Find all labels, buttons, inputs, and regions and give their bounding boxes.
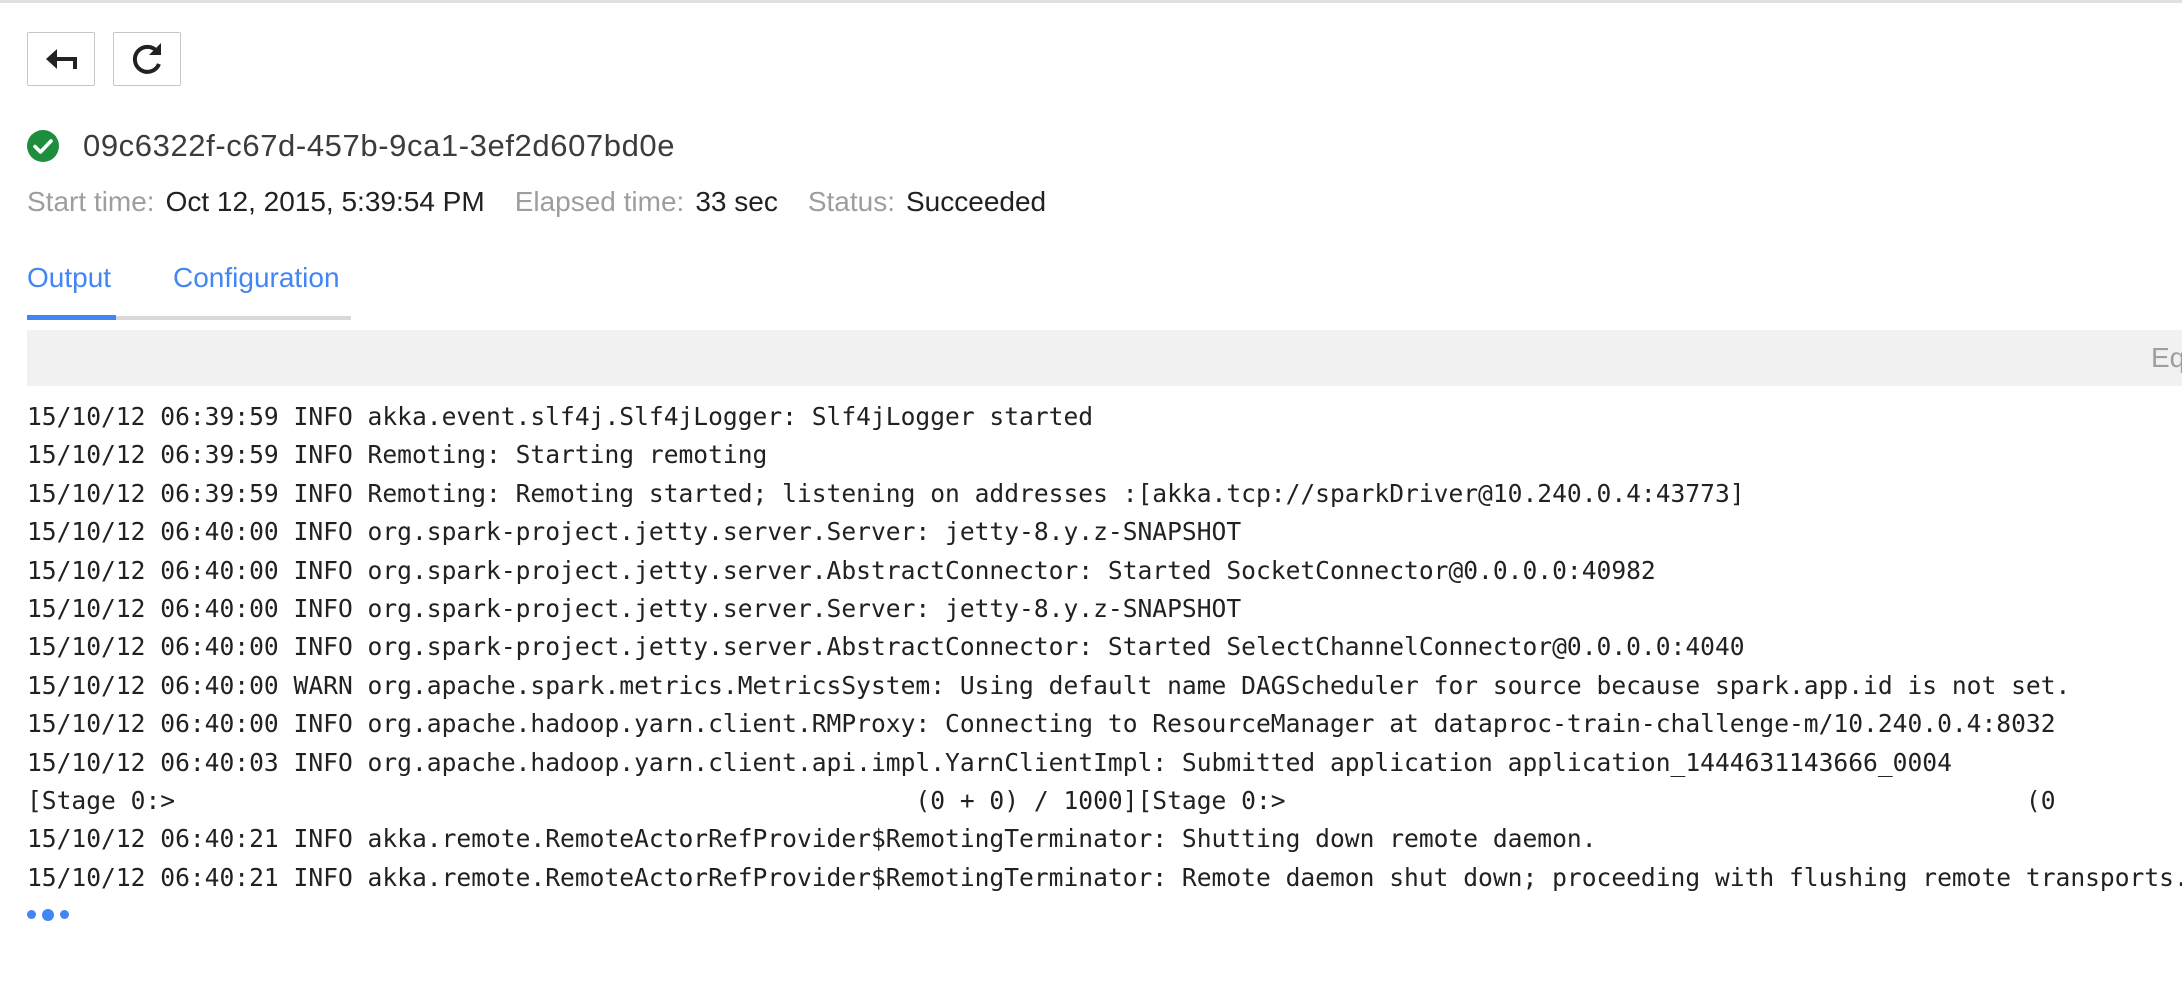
log-line: 15/10/12 06:40:03 INFO org.apache.hadoop… (27, 747, 1952, 777)
log-output: 15/10/12 06:39:59 INFO akka.event.slf4j.… (27, 398, 2182, 898)
elapsed-time-label: Elapsed time: (514, 186, 685, 217)
log-line: 15/10/12 06:40:21 INFO akka.remote.Remot… (27, 862, 2182, 892)
loading-dot (27, 910, 36, 919)
top-divider (0, 0, 2182, 3)
success-check-icon (27, 130, 59, 162)
log-line: 15/10/12 06:40:00 INFO org.apache.hadoop… (27, 709, 2056, 739)
job-title: 09c6322f-c67d-457b-9ca1-3ef2d607bd0e (27, 128, 675, 164)
log-line: 15/10/12 06:39:59 INFO Remoting: Startin… (27, 440, 768, 470)
tab-output[interactable]: Output (27, 262, 111, 294)
back-button[interactable] (27, 32, 95, 86)
tab-configuration[interactable]: Configuration (173, 262, 340, 294)
log-line: 15/10/12 06:40:00 INFO org.spark-project… (27, 517, 1242, 547)
job-meta: Start time: Oct 12, 2015, 5:39:54 PM Ela… (27, 186, 1076, 218)
loading-dot (60, 910, 69, 919)
log-line: 15/10/12 06:40:00 INFO org.spark-project… (27, 555, 1656, 585)
log-toolbar-truncated-text: Eq (2151, 342, 2182, 373)
start-time-label: Start time: (27, 186, 155, 217)
log-line: 15/10/12 06:40:00 INFO org.spark-project… (27, 632, 1745, 662)
log-line: 15/10/12 06:40:00 INFO org.spark-project… (27, 594, 1242, 624)
log-toolbar: Eq (27, 330, 2182, 386)
tab-bar: Output Configuration (27, 262, 351, 320)
loading-dots-icon (27, 908, 69, 921)
log-line: 15/10/12 06:40:21 INFO akka.remote.Remot… (27, 824, 1597, 854)
start-time-value: Oct 12, 2015, 5:39:54 PM (165, 186, 485, 217)
log-line: 15/10/12 06:39:59 INFO akka.event.slf4j.… (27, 402, 1094, 431)
active-tab-indicator (27, 315, 116, 320)
back-arrow-icon (46, 49, 77, 69)
status-value: Succeeded (906, 186, 1047, 217)
loading-dot (42, 908, 54, 921)
log-line: [Stage 0:> (0 + 0) / 1000][Stage 0:> (0 (27, 786, 2056, 816)
toolbar (27, 32, 181, 86)
log-line: 15/10/12 06:39:59 INFO Remoting: Remotin… (27, 478, 1745, 508)
elapsed-time-value: 33 sec (695, 186, 778, 217)
refresh-button[interactable] (113, 32, 181, 86)
refresh-icon (132, 43, 161, 74)
status-label: Status: (807, 186, 895, 217)
job-id: 09c6322f-c67d-457b-9ca1-3ef2d607bd0e (83, 128, 676, 163)
log-line: 15/10/12 06:40:00 WARN org.apache.spark.… (27, 670, 2071, 700)
